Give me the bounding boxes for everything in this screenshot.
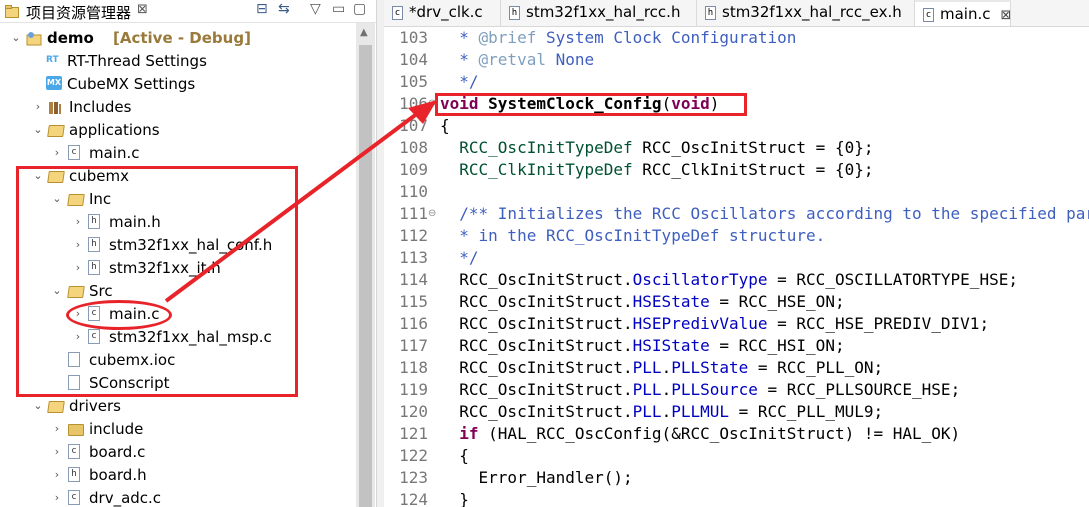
arrow-line (164, 108, 424, 303)
annotation-arrow (164, 100, 437, 303)
arrow-head (408, 100, 437, 124)
